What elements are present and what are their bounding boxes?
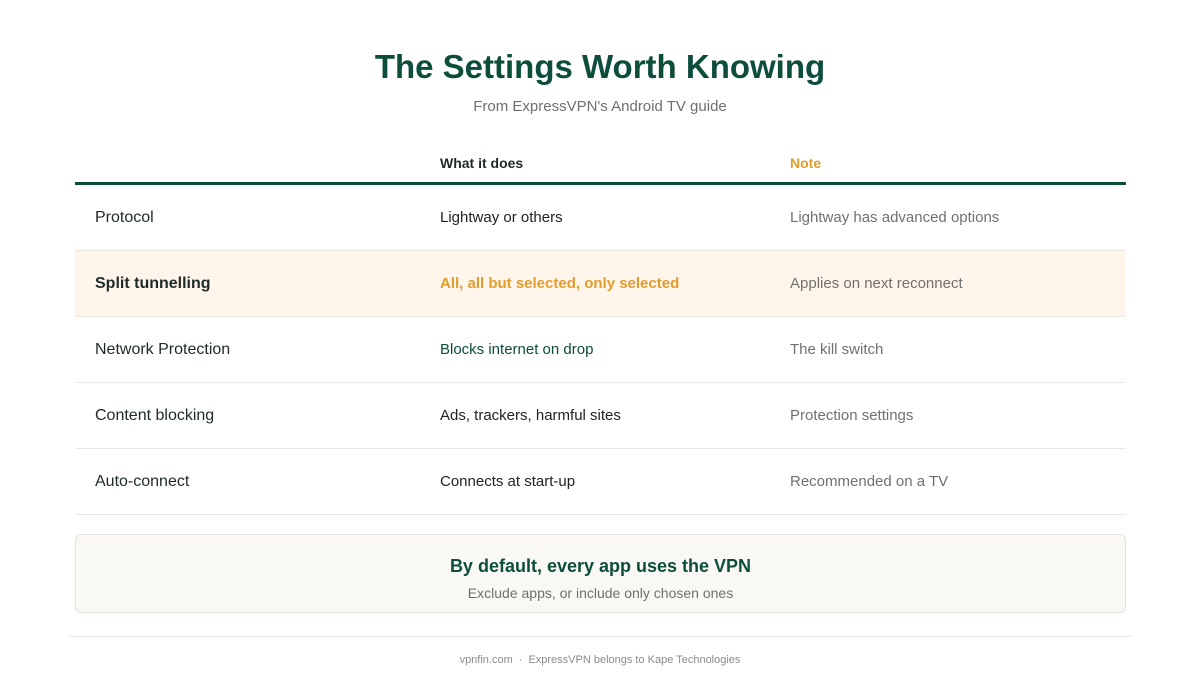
setting-description: Ads, trackers, harmful sites	[440, 407, 621, 424]
setting-name: Content blocking	[95, 407, 215, 424]
setting-description: Connects at start-up	[440, 473, 576, 490]
setting-note: Recommended on a TV	[790, 473, 949, 490]
page-subtitle: From ExpressVPN's Android TV guide	[473, 98, 727, 115]
footer-site: vpnfin.com	[459, 654, 513, 666]
footer-separator: ·	[518, 654, 523, 666]
setting-name: Auto-connect	[95, 473, 190, 490]
default-behavior-callout: By default, every app uses the VPN Exclu…	[75, 534, 1126, 613]
callout-subtitle: Exclude apps, or include only chosen one…	[467, 585, 734, 601]
table-header: What it does Note	[75, 146, 1126, 185]
setting-name: Split tunnelling	[95, 275, 211, 292]
page-title: The Settings Worth Knowing	[374, 48, 826, 85]
setting-note: Lightway has advanced options	[790, 209, 1000, 226]
settings-table: What it does Note Protocol Lightway or o…	[75, 146, 1126, 515]
setting-note: Applies on next reconnect	[790, 275, 963, 292]
setting-description: Lightway or others	[440, 209, 563, 226]
callout-title: By default, every app uses the VPN	[449, 556, 752, 576]
table-row: Network Protection Blocks internet on dr…	[75, 317, 1126, 383]
table-row: Auto-connect Connects at start-up Recomm…	[75, 449, 1126, 515]
setting-description: Blocks internet on drop	[440, 341, 594, 358]
footer-divider	[70, 636, 1131, 637]
footer: vpnfin.com · ExpressVPN belongs to Kape Te…	[0, 653, 1200, 668]
footer-note: ExpressVPN belongs to Kape Technologies	[528, 654, 741, 666]
page: The Settings Worth Knowing From ExpressV…	[0, 0, 1200, 680]
column-header-note: Note	[790, 155, 822, 171]
table-row-highlighted: Split tunnelling All, all but selected, …	[75, 251, 1126, 317]
setting-name: Protocol	[95, 209, 154, 226]
column-header-what-it-does: What it does	[440, 155, 524, 171]
setting-note: The kill switch	[790, 341, 884, 358]
setting-description: All, all but selected, only selected	[440, 275, 680, 292]
setting-name: Network Protection	[95, 341, 231, 358]
table-row: Content blocking Ads, trackers, harmful …	[75, 383, 1126, 449]
table-row: Protocol Lightway or others Lightway has…	[75, 185, 1126, 251]
setting-note: Protection settings	[790, 407, 914, 424]
